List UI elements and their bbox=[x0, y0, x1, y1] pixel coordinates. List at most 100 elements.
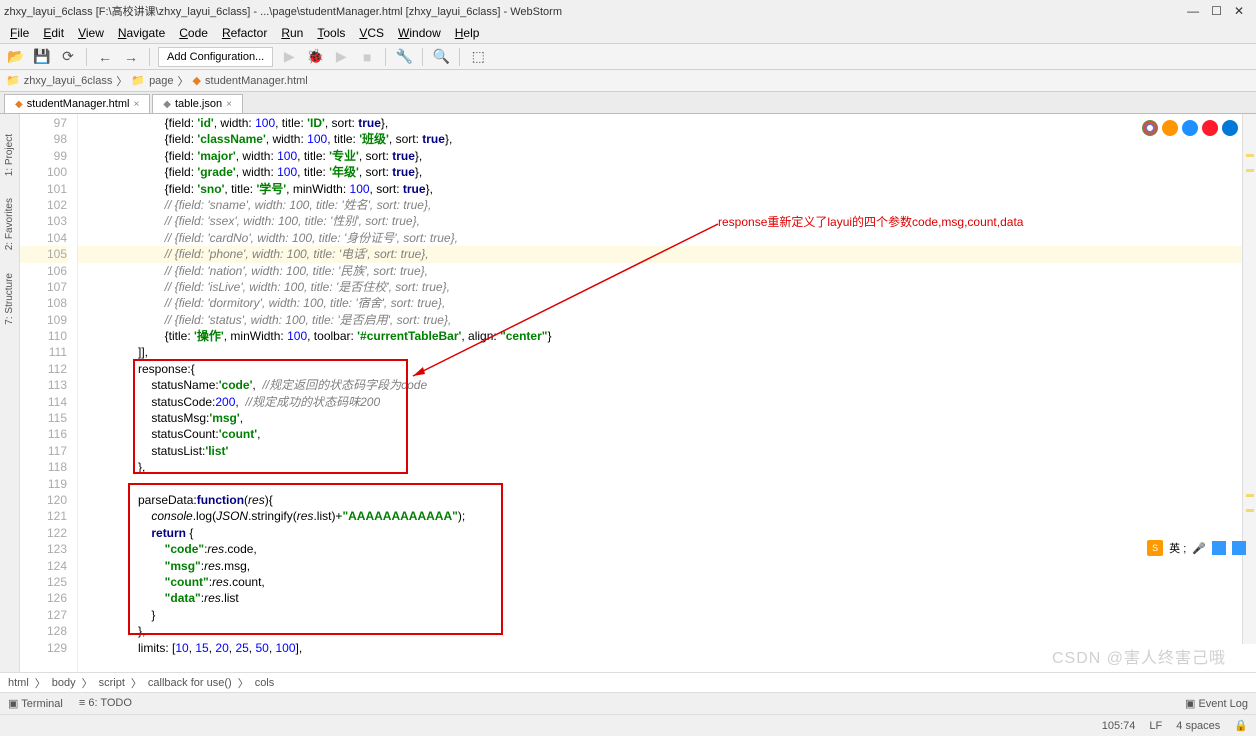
code-line[interactable]: {field: 'id', width: 100, title: 'ID', s… bbox=[78, 115, 1256, 131]
search-icon[interactable]: 🔍 bbox=[431, 47, 451, 67]
code-line[interactable]: // {field: 'cardNo', width: 100, title: … bbox=[78, 230, 1256, 246]
lock-icon[interactable]: 🔒 bbox=[1234, 719, 1248, 732]
code-editor[interactable]: {field: 'id', width: 100, title: 'ID', s… bbox=[78, 114, 1256, 672]
line-number: 124 bbox=[20, 558, 67, 574]
code-line[interactable]: // {field: 'nation', width: 100, title: … bbox=[78, 263, 1256, 279]
menu-refactor[interactable]: Refactor bbox=[216, 24, 273, 42]
code-line[interactable]: statusList:'list' bbox=[78, 443, 1256, 459]
code-line[interactable]: {field: 'major', width: 100, title: '专业'… bbox=[78, 148, 1256, 164]
code-line[interactable]: statusName:'code', //规定返回的状态码字段为code bbox=[78, 377, 1256, 393]
code-line[interactable]: // {field: 'status', width: 100, title: … bbox=[78, 312, 1256, 328]
line-number: 122 bbox=[20, 525, 67, 541]
menu-file[interactable]: File bbox=[4, 24, 35, 42]
menu-window[interactable]: Window bbox=[392, 24, 447, 42]
menu-bar: FileEditViewNavigateCodeRefactorRunTools… bbox=[0, 22, 1256, 44]
open-icon[interactable]: 📂 bbox=[6, 47, 26, 67]
menu-edit[interactable]: Edit bbox=[37, 24, 70, 42]
menu-view[interactable]: View bbox=[72, 24, 110, 42]
menu-vcs[interactable]: VCS bbox=[353, 24, 390, 42]
code-line[interactable]: // {field: 'isLive', width: 100, title: … bbox=[78, 279, 1256, 295]
tool-panel-project[interactable]: 1: Project bbox=[4, 128, 15, 182]
code-line[interactable] bbox=[78, 476, 1256, 492]
code-line[interactable]: "code":res.code, bbox=[78, 541, 1256, 557]
menu-tools[interactable]: Tools bbox=[311, 24, 351, 42]
code-line[interactable]: // {field: 'sname', width: 100, title: '… bbox=[78, 197, 1256, 213]
code-line[interactable]: {field: 'className', width: 100, title: … bbox=[78, 131, 1256, 147]
code-line[interactable]: "count":res.count, bbox=[78, 574, 1256, 590]
firefox-icon[interactable] bbox=[1162, 120, 1178, 136]
safari-icon[interactable] bbox=[1182, 120, 1198, 136]
code-line[interactable]: statusCode:200, //规定成功的状态码味200 bbox=[78, 394, 1256, 410]
tab-table-json[interactable]: ◆table.json× bbox=[152, 94, 243, 113]
minimize-button[interactable]: — bbox=[1187, 4, 1199, 18]
close-icon[interactable]: × bbox=[226, 99, 232, 110]
menu-run[interactable]: Run bbox=[275, 24, 309, 42]
back-icon[interactable]: ← bbox=[95, 47, 115, 67]
menu-help[interactable]: Help bbox=[449, 24, 486, 42]
ime-settings-icon[interactable] bbox=[1232, 541, 1246, 555]
structure-icon[interactable]: ⬚ bbox=[468, 47, 488, 67]
ime-lang[interactable]: 英 ; bbox=[1169, 540, 1186, 556]
save-icon[interactable]: 💾 bbox=[32, 47, 52, 67]
tool-panel-structure[interactable]: 7: Structure bbox=[4, 267, 15, 331]
code-line[interactable]: statusCount:'count', bbox=[78, 426, 1256, 442]
chrome-icon[interactable] bbox=[1142, 120, 1158, 136]
code-path-segment[interactable]: callback for use() bbox=[148, 677, 232, 689]
code-path-segment[interactable]: html bbox=[8, 677, 29, 689]
todo-tool[interactable]: ≡ 6: TODO bbox=[79, 697, 132, 710]
code-path-segment[interactable]: script bbox=[99, 677, 125, 689]
code-line[interactable]: // {field: 'dormitory', width: 100, titl… bbox=[78, 295, 1256, 311]
stop-icon[interactable]: ■ bbox=[357, 47, 377, 67]
code-line[interactable]: response:{ bbox=[78, 361, 1256, 377]
debug-icon[interactable]: 🐞 bbox=[305, 47, 325, 67]
indent-setting[interactable]: 4 spaces bbox=[1176, 720, 1220, 732]
code-line[interactable]: "data":res.list bbox=[78, 590, 1256, 606]
edge-icon[interactable] bbox=[1222, 120, 1238, 136]
breadcrumb-project[interactable]: zhxy_layui_6class bbox=[24, 75, 113, 87]
code-line[interactable]: parseData:function(res){ bbox=[78, 492, 1256, 508]
code-line[interactable]: } bbox=[78, 607, 1256, 623]
close-button[interactable]: ✕ bbox=[1234, 4, 1244, 18]
terminal-tool[interactable]: ▣ Terminal bbox=[8, 697, 63, 710]
line-separator[interactable]: LF bbox=[1149, 720, 1162, 732]
code-line[interactable]: }, bbox=[78, 459, 1256, 475]
tools-icon[interactable]: 🔧 bbox=[394, 47, 414, 67]
code-line[interactable]: {field: 'grade', width: 100, title: '年级'… bbox=[78, 164, 1256, 180]
folder-icon: 📁 bbox=[131, 74, 145, 87]
watermark: CSDN @害人终害己哦 bbox=[1052, 644, 1226, 668]
code-line[interactable]: "msg":res.msg, bbox=[78, 558, 1256, 574]
html-icon: ◆ bbox=[15, 99, 23, 110]
code-line[interactable]: statusMsg:'msg', bbox=[78, 410, 1256, 426]
run-icon[interactable]: ▶ bbox=[279, 47, 299, 67]
code-line[interactable]: // {field: 'ssex', width: 100, title: '性… bbox=[78, 213, 1256, 229]
maximize-button[interactable]: ☐ bbox=[1211, 4, 1222, 18]
forward-icon[interactable]: → bbox=[121, 47, 141, 67]
code-line[interactable]: console.log(JSON.stringify(res.list)+"AA… bbox=[78, 508, 1256, 524]
code-path-segment[interactable]: body bbox=[52, 677, 76, 689]
ime-mic-icon[interactable]: 🎤 bbox=[1192, 542, 1206, 555]
code-line[interactable]: return { bbox=[78, 525, 1256, 541]
code-path-segment[interactable]: cols bbox=[255, 677, 275, 689]
editor-tabs: ◆studentManager.html×◆table.json× bbox=[0, 92, 1256, 114]
bottom-tool-window-bar: ▣ Terminal ≡ 6: TODO ▣ Event Log bbox=[0, 692, 1256, 714]
sogou-icon[interactable]: S bbox=[1147, 540, 1163, 556]
refresh-icon[interactable]: ⟳ bbox=[58, 47, 78, 67]
tool-panel-favorites[interactable]: 2: Favorites bbox=[4, 192, 15, 256]
close-icon[interactable]: × bbox=[133, 99, 139, 110]
scrollbar[interactable] bbox=[1242, 114, 1256, 644]
coverage-icon[interactable]: ▶ bbox=[331, 47, 351, 67]
ime-keyboard-icon[interactable] bbox=[1212, 541, 1226, 555]
code-line[interactable]: {title: '操作', minWidth: 100, toolbar: '#… bbox=[78, 328, 1256, 344]
menu-code[interactable]: Code bbox=[173, 24, 214, 42]
code-line[interactable]: }, bbox=[78, 623, 1256, 639]
breadcrumb-folder[interactable]: page bbox=[149, 75, 173, 87]
menu-navigate[interactable]: Navigate bbox=[112, 24, 171, 42]
opera-icon[interactable] bbox=[1202, 120, 1218, 136]
tab-studentManager-html[interactable]: ◆studentManager.html× bbox=[4, 94, 150, 113]
code-line[interactable]: ]], bbox=[78, 344, 1256, 360]
run-config-dropdown[interactable]: Add Configuration... bbox=[158, 47, 273, 67]
code-line[interactable]: // {field: 'phone', width: 100, title: '… bbox=[78, 246, 1256, 262]
event-log-tool[interactable]: ▣ Event Log bbox=[1185, 697, 1248, 710]
breadcrumb-file[interactable]: studentManager.html bbox=[205, 75, 308, 87]
code-line[interactable]: {field: 'sno', title: '学号', minWidth: 10… bbox=[78, 181, 1256, 197]
